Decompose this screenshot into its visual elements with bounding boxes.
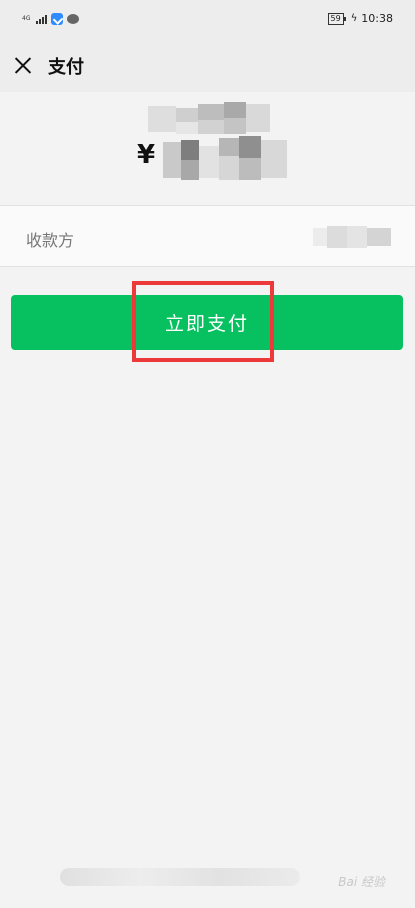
charging-icon: ϟ [350,13,358,24]
payee-name-redacted [313,226,391,248]
merchant-name-redacted [148,102,270,136]
page-title: 支付 [48,57,84,78]
status-bar-left: 4G [22,13,79,25]
payee-label: 收款方 [26,231,75,250]
amount-value-redacted [163,136,287,182]
signal-icon [36,14,47,24]
message-icon [67,14,79,24]
amount-section: ¥ [0,92,415,204]
bottom-redacted-bar [60,868,300,886]
currency-symbol: ¥ [137,140,156,170]
status-time: 10:38 [361,12,393,25]
status-bar-right: 59 ϟ 10:38 [327,12,393,25]
payee-row: 收款方 [0,205,415,267]
network-type-label: 4G [22,15,31,22]
battery-icon: 59 [327,12,346,25]
watermark-logo: Bai 经验 [338,875,385,889]
close-icon[interactable] [14,56,32,74]
notification-app-icon [51,13,63,25]
status-bar: 4G 59 ϟ 10:38 [0,0,415,40]
nav-bar: 支付 [0,40,415,92]
annotation-highlight-box [132,281,274,362]
